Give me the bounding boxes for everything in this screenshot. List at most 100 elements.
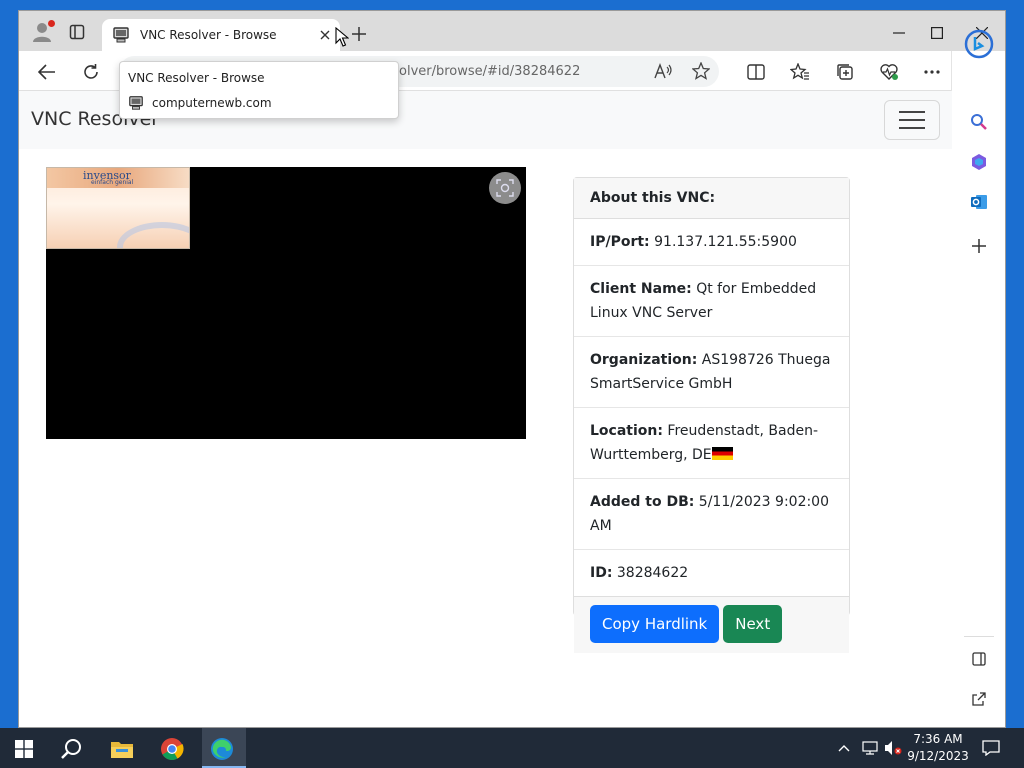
show-hidden-icons-button[interactable] [838, 738, 850, 758]
outlook-icon [971, 195, 987, 209]
search-icon [61, 739, 81, 759]
settings-more-button[interactable] [918, 59, 946, 85]
info-value: 91.137.121.55:5900 [654, 234, 797, 250]
menu-icon [899, 119, 925, 121]
tab-actions-button[interactable] [65, 21, 89, 43]
vnc-screenshot[interactable]: invensor einfach genial [46, 167, 526, 439]
hover-card-domain-row: computernewb.com [128, 95, 272, 111]
thumbnail-graphic [117, 222, 189, 248]
open-in-window-button[interactable] [964, 684, 994, 714]
info-label: Client Name: [590, 281, 692, 297]
favorites-icon [790, 63, 809, 80]
desktop-background-right [1006, 0, 1024, 728]
profile-button[interactable] [27, 19, 57, 45]
info-label: IP/Port: [590, 234, 650, 250]
desktop-background-left [0, 0, 18, 728]
tab-hover-card: VNC Resolver - Browse computernewb.com [119, 61, 399, 119]
mouse-cursor-icon [335, 27, 349, 47]
read-aloud-button[interactable] [649, 58, 677, 84]
collections-icon [837, 64, 853, 80]
chrome-button[interactable] [152, 732, 192, 766]
star-icon [692, 62, 710, 80]
tab-vnc-resolver[interactable]: VNC Resolver - Browse [102, 19, 340, 51]
next-button[interactable]: Next [723, 605, 783, 643]
notifications-button[interactable] [982, 738, 1000, 758]
browser-essentials-button[interactable] [875, 59, 903, 85]
chrome-icon [161, 738, 184, 760]
info-label: ID: [590, 565, 613, 581]
volume-muted-icon [885, 741, 902, 755]
copilot-sidebar-button[interactable] [964, 147, 994, 177]
maximize-button[interactable] [915, 19, 959, 47]
back-button[interactable] [33, 59, 61, 85]
new-tab-button[interactable] [348, 23, 370, 45]
folder-icon [111, 742, 133, 758]
germany-flag-icon [711, 447, 733, 460]
info-row-organization: Organization: AS198726 Thuega SmartServi… [574, 337, 849, 408]
hover-card-domain: computernewb.com [152, 96, 272, 110]
computer-favicon-icon [113, 27, 129, 43]
info-label: Added to DB: [590, 494, 695, 510]
hide-sidebar-button[interactable] [964, 644, 994, 674]
navbar-toggle-button[interactable] [884, 100, 940, 140]
network-tray-button[interactable] [862, 738, 878, 758]
info-label: Organization: [590, 352, 698, 368]
visual-search-button[interactable] [489, 172, 521, 204]
vnc-screen-content: invensor einfach genial [46, 167, 190, 249]
card-header: About this VNC: [574, 178, 849, 219]
add-sidebar-app-button[interactable] [964, 231, 994, 261]
split-screen-icon [747, 64, 765, 80]
notification-icon [982, 740, 1000, 756]
tab-bar: VNC Resolver - Browse [19, 11, 1005, 51]
sidebar-settings-button[interactable] [964, 719, 994, 727]
tab-close-button[interactable] [314, 24, 336, 46]
sidebar-panel-icon [972, 652, 986, 666]
favorites-button[interactable] [786, 59, 814, 85]
edge-taskbar-button[interactable] [202, 732, 242, 766]
read-aloud-icon [654, 63, 672, 79]
collections-button[interactable] [831, 59, 859, 85]
thumbnail-tagline: einfach genial [91, 179, 134, 186]
favorite-button[interactable] [687, 58, 715, 84]
browser-window: VNC Resolver - Browse olver/browse/#id/3… [18, 10, 1006, 728]
taskbar-clock[interactable]: 7:36 AM 9/12/2023 [905, 731, 971, 765]
clock-time: 7:36 AM [913, 732, 963, 746]
chevron-up-icon [838, 745, 850, 752]
bing-icon [964, 29, 994, 59]
maximize-icon [931, 27, 943, 39]
computer-favicon-icon [129, 96, 143, 110]
network-icon [862, 741, 878, 755]
info-row-added-to-db: Added to DB: 5/11/2023 9:02:00 AM [574, 479, 849, 550]
copy-hardlink-button[interactable]: Copy Hardlink [590, 605, 720, 643]
hover-card-title: VNC Resolver - Browse [128, 71, 265, 85]
desktop-background [0, 0, 1024, 10]
menu-icon [899, 111, 925, 113]
edge-icon [211, 738, 233, 760]
search-taskbar-button[interactable] [52, 732, 92, 766]
edge-sidebar [951, 29, 1005, 727]
info-row-id: ID: 38284622 [574, 550, 849, 597]
search-sidebar-button[interactable] [964, 107, 994, 137]
refresh-button[interactable] [77, 59, 105, 85]
start-button[interactable] [4, 732, 44, 766]
menu-icon [899, 127, 925, 129]
file-explorer-button[interactable] [102, 732, 142, 766]
plus-icon [972, 239, 986, 253]
arrow-left-icon [38, 64, 55, 80]
info-row-ip-port: IP/Port: 91.137.121.55:5900 [574, 219, 849, 266]
bing-chat-button[interactable] [964, 29, 994, 59]
volume-tray-button[interactable] [884, 738, 902, 758]
heart-pulse-icon [880, 64, 898, 80]
notification-dot [48, 20, 55, 27]
outlook-sidebar-button[interactable] [964, 187, 994, 217]
tab-actions-icon [69, 24, 85, 40]
close-icon [320, 30, 330, 40]
info-row-client-name: Client Name: Qt for Embedded Linux VNC S… [574, 266, 849, 337]
external-link-icon [972, 692, 986, 706]
minimize-icon [893, 32, 905, 34]
info-label: Location: [590, 423, 663, 439]
refresh-icon [84, 64, 98, 79]
clock-date: 9/12/2023 [907, 749, 969, 763]
split-screen-button[interactable] [742, 59, 770, 85]
windows-taskbar: 7:36 AM 9/12/2023 [0, 728, 1024, 768]
